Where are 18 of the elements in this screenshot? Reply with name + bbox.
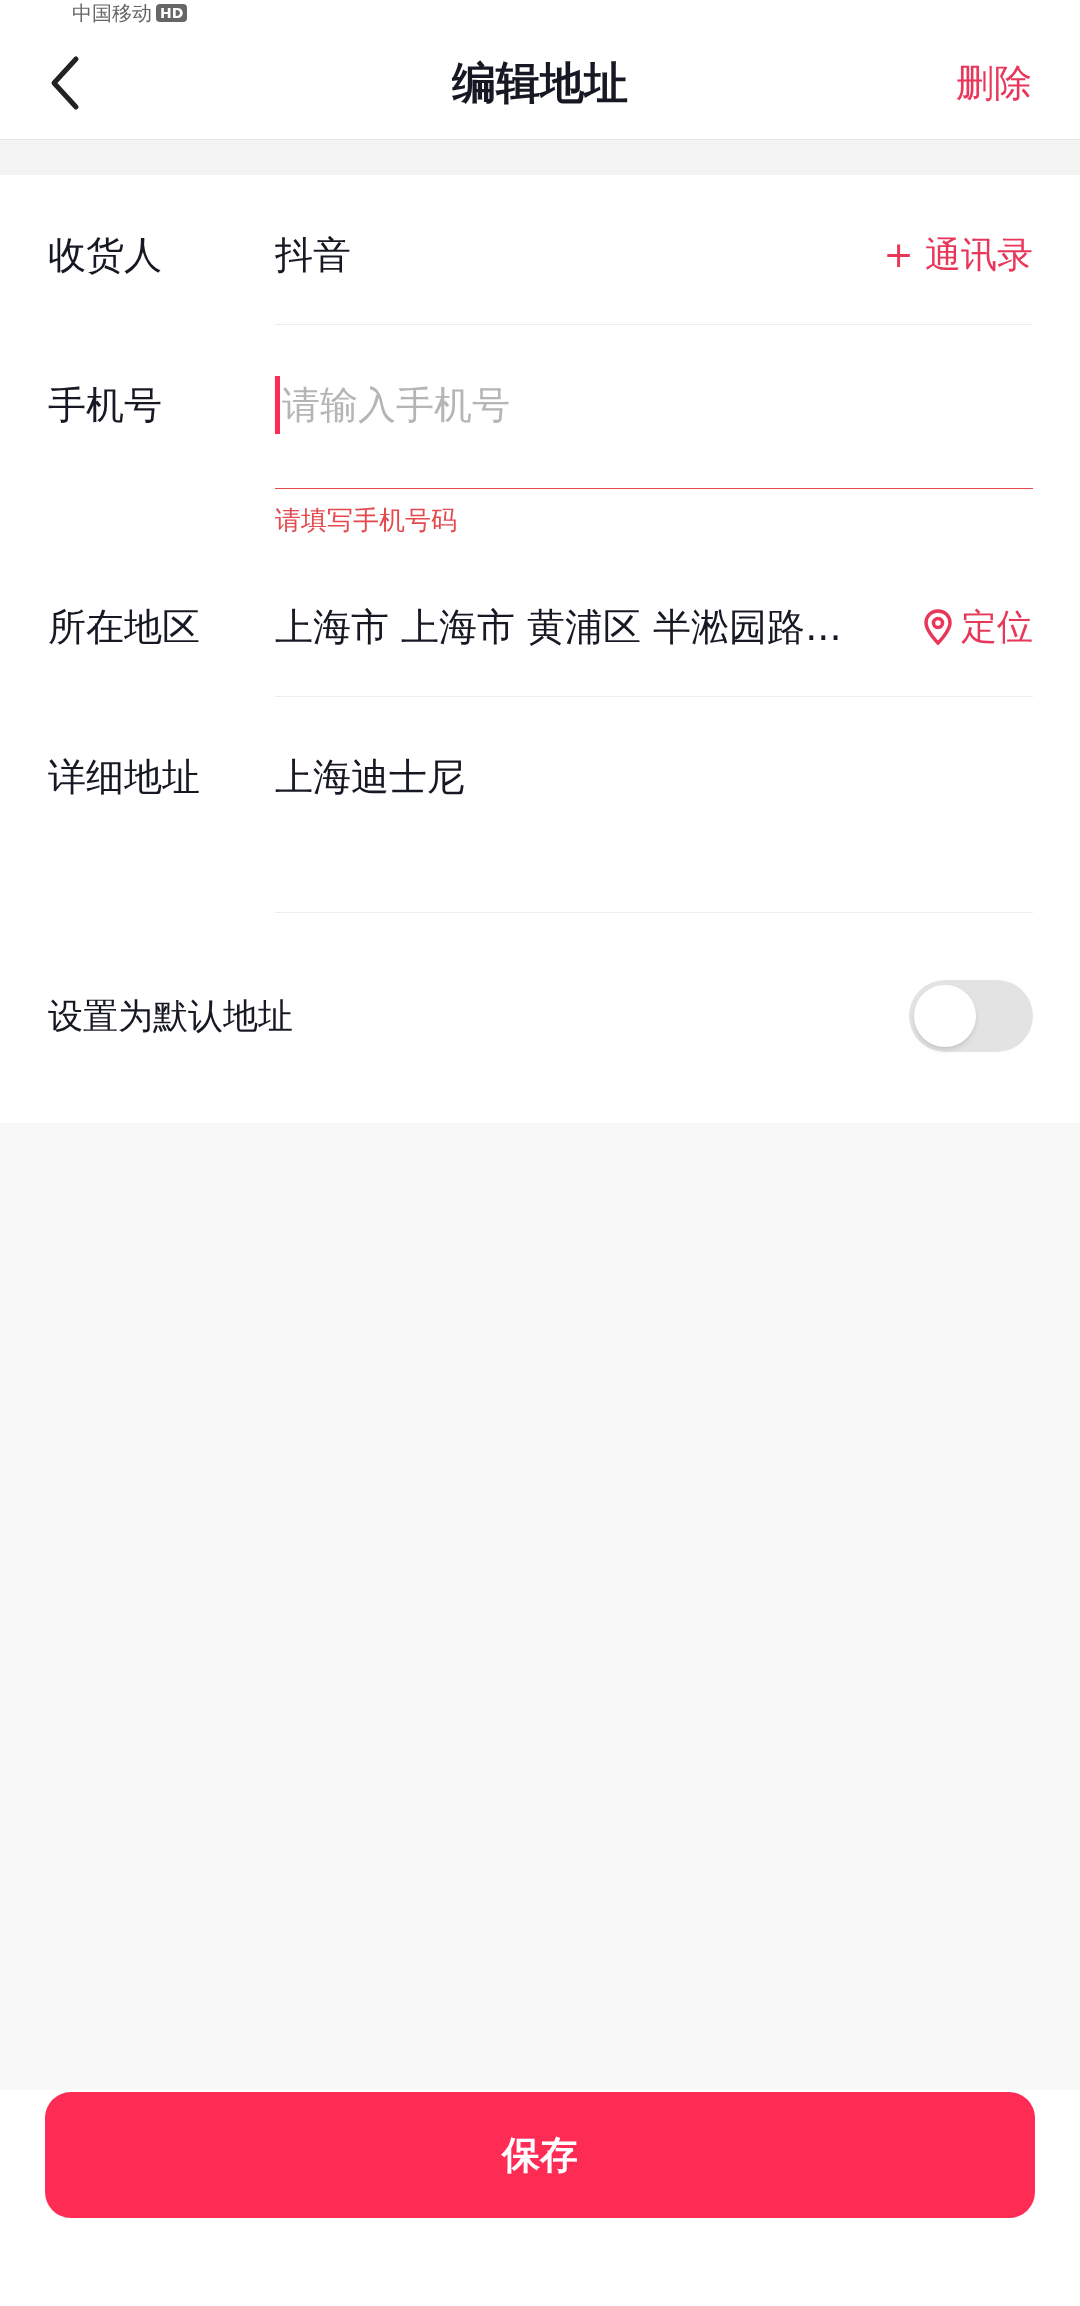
delete-button[interactable]: 删除 [956,54,1032,112]
contacts-link[interactable]: + 通讯录 [883,225,1033,285]
field-label: 收货人 [48,232,163,279]
field-value: 上海市 上海市 黄浦区 半淞园路... [275,604,843,651]
save-button[interactable]: 保存 [45,2092,1035,2218]
field-label: 详细地址 [48,754,201,801]
locate-button[interactable]: 定位 [923,597,1033,657]
field-value: 上海迪士尼 [275,754,466,801]
carrier-name: 中国移动 [72,2,152,24]
page-title: 编辑地址 [452,56,628,110]
location-pin-icon [923,608,953,646]
toggle-label: 设置为默认地址 [48,994,293,1038]
phone-input[interactable]: 请输入手机号 [280,373,1033,437]
network-badge: HD [156,4,188,22]
error-message: 请填写手机号码 [275,504,458,537]
field-label: 所在地区 [48,604,201,651]
field-label: 手机号 [48,382,163,429]
field-value: 抖音 [275,232,352,279]
